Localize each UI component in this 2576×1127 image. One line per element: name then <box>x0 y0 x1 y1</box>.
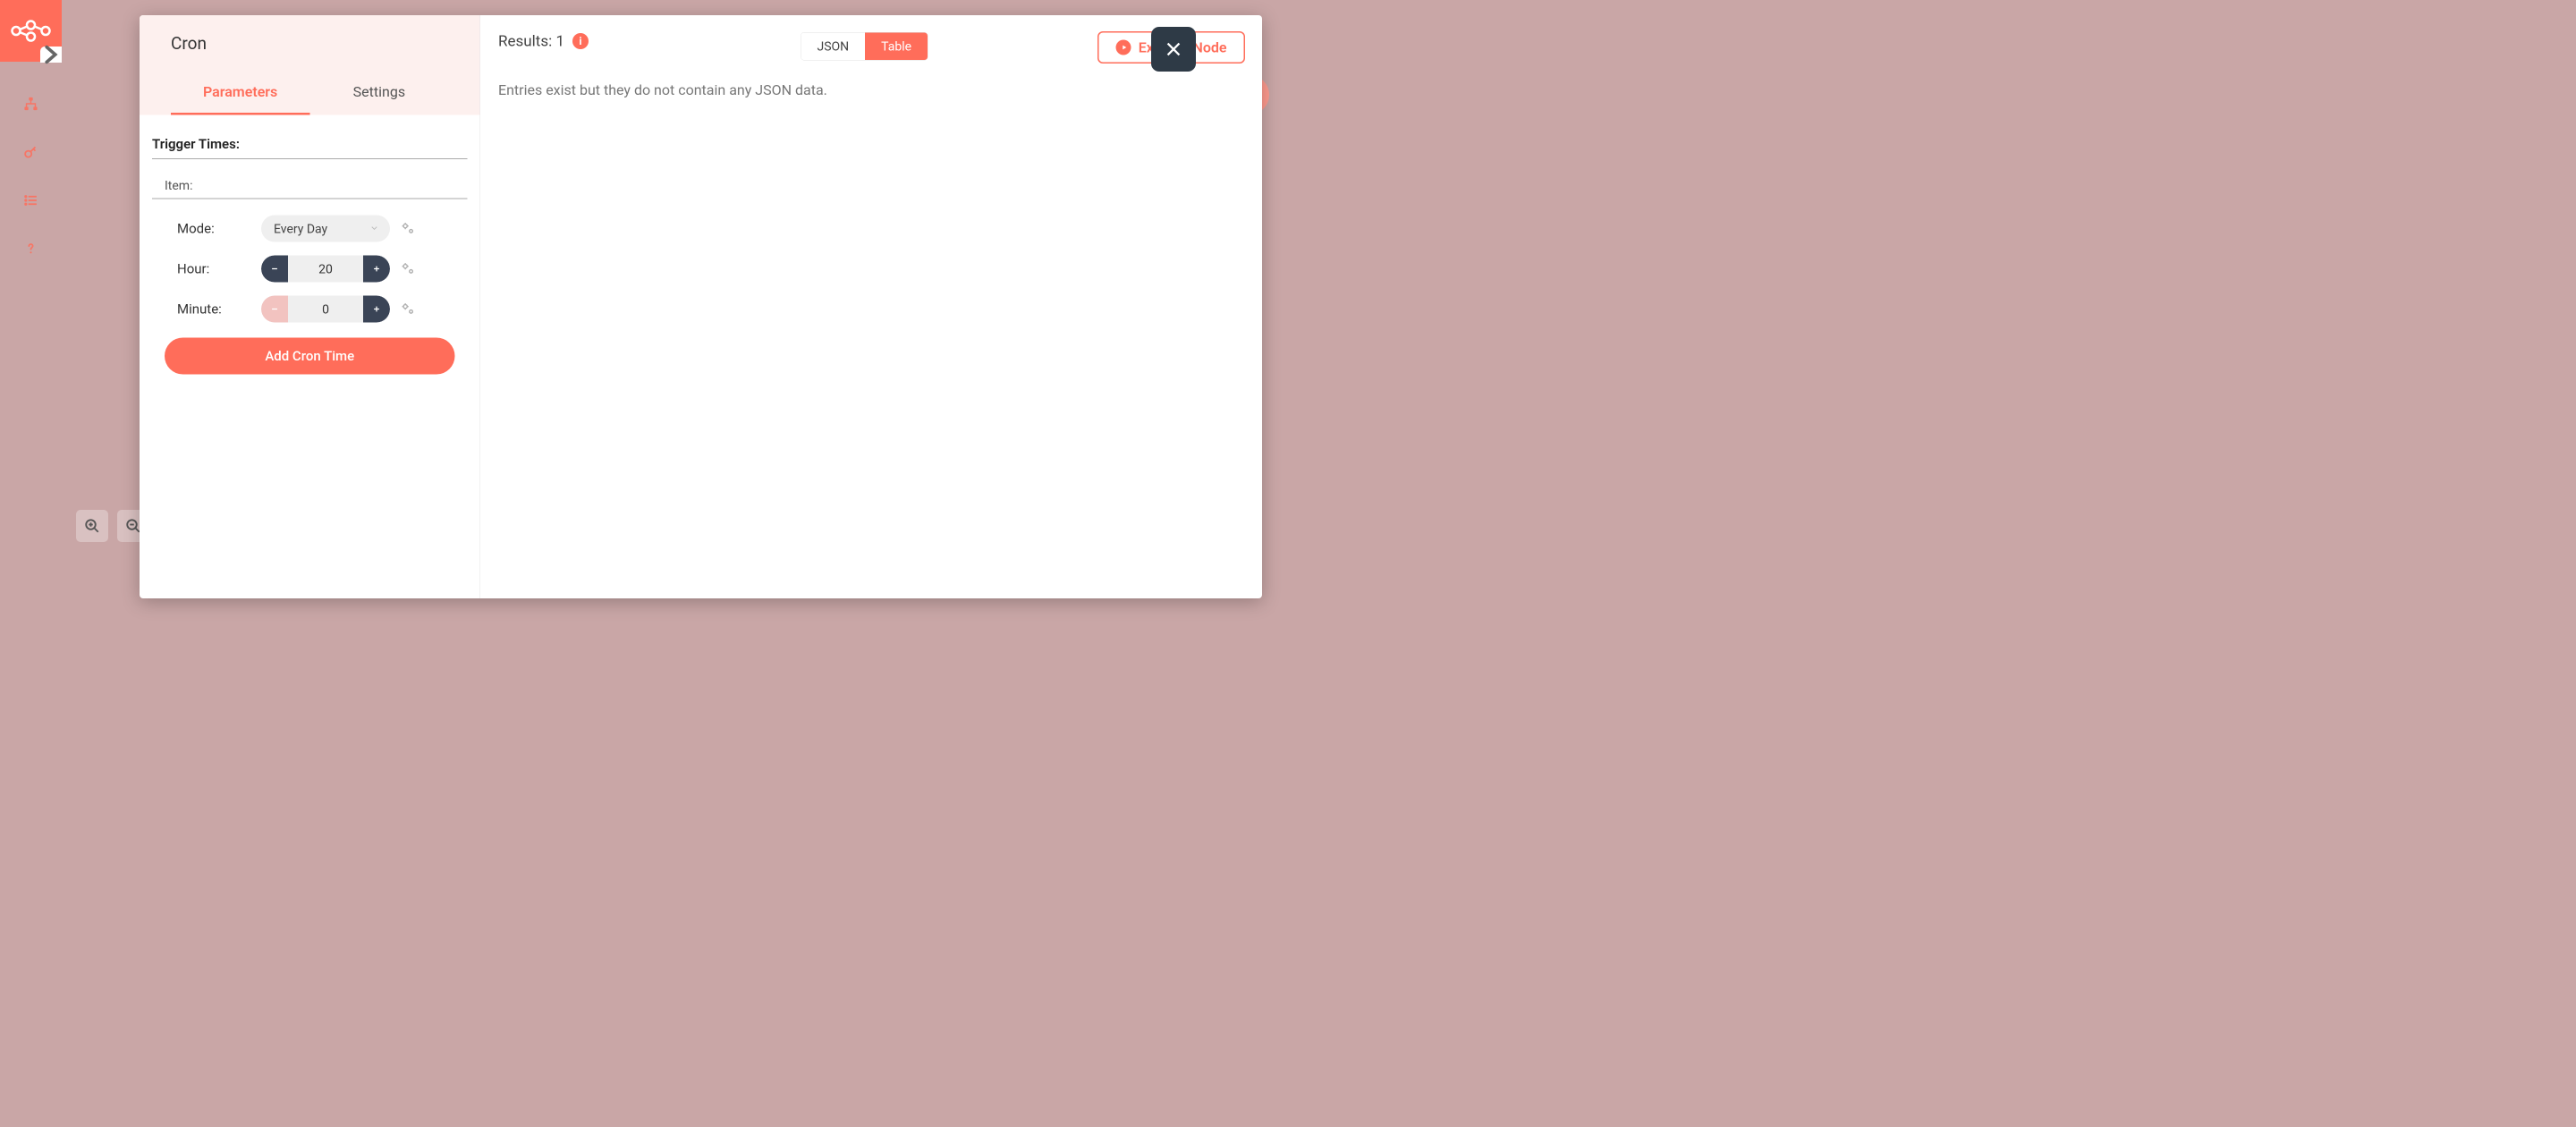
minute-options-button[interactable] <box>398 300 418 319</box>
zoom-in-button[interactable] <box>76 510 108 542</box>
sidebar-item-executions[interactable] <box>22 191 40 209</box>
close-modal-button[interactable] <box>1151 27 1196 72</box>
hour-label: Hour: <box>177 261 261 277</box>
minus-icon <box>270 305 279 314</box>
plus-icon <box>372 265 381 274</box>
field-hour: Hour: 20 <box>152 256 468 283</box>
node-editor-modal: Cron Parameters Settings Trigger Times: … <box>140 15 1262 598</box>
question-icon <box>23 242 38 257</box>
tab-settings[interactable]: Settings <box>309 71 448 115</box>
minute-decrement-button <box>261 296 288 323</box>
mode-select[interactable]: Every Day <box>261 216 390 242</box>
trigger-times-label: Trigger Times: <box>152 137 468 160</box>
minute-value[interactable]: 0 <box>322 301 329 317</box>
tabs: Parameters Settings <box>171 71 449 115</box>
zoom-controls <box>76 510 149 542</box>
chevron-right-icon <box>40 44 62 66</box>
app-logo[interactable] <box>0 0 62 62</box>
results-panel: Results: 1 i JSON Table Execute Node Ent… <box>480 15 1262 598</box>
item-label: Item: <box>152 178 468 199</box>
hour-decrement-button[interactable] <box>261 256 288 283</box>
field-mode: Mode: Every Day <box>152 216 468 242</box>
hour-stepper: 20 <box>261 256 390 283</box>
sidebar-item-credentials[interactable] <box>22 143 40 161</box>
sidebar-item-workflows[interactable] <box>22 95 40 113</box>
hour-increment-button[interactable] <box>363 256 390 283</box>
panel-header: Cron Parameters Settings <box>140 15 480 115</box>
mode-value: Every Day <box>274 221 327 236</box>
tab-parameters[interactable]: Parameters <box>171 71 309 115</box>
view-table-button[interactable]: Table <box>865 33 928 61</box>
gears-icon <box>401 301 416 317</box>
mode-options-button[interactable] <box>398 219 418 239</box>
zoom-in-icon <box>84 518 100 534</box>
view-json-button[interactable]: JSON <box>801 33 866 61</box>
gears-icon <box>401 221 416 236</box>
chevron-down-icon <box>369 221 379 236</box>
info-icon[interactable]: i <box>572 33 589 49</box>
close-icon <box>1164 39 1183 59</box>
plus-icon <box>372 305 381 314</box>
minute-label: Minute: <box>177 301 261 318</box>
minute-increment-button[interactable] <box>363 296 390 323</box>
node-title: Cron <box>171 34 449 54</box>
key-icon <box>23 145 38 160</box>
sidebar <box>0 0 62 564</box>
view-toggle: JSON Table <box>801 32 928 61</box>
sidebar-item-help[interactable] <box>22 240 40 258</box>
results-message: Entries exist but they do not contain an… <box>498 81 1244 98</box>
network-icon <box>23 97 38 112</box>
list-icon <box>23 193 38 208</box>
logo-icon <box>11 20 51 42</box>
sidebar-expand-button[interactable] <box>40 47 62 63</box>
mode-label: Mode: <box>177 221 261 237</box>
minute-stepper: 0 <box>261 296 390 323</box>
results-count: Results: 1 <box>498 32 564 50</box>
field-minute: Minute: 0 <box>152 296 468 323</box>
play-icon <box>1116 40 1131 55</box>
hour-options-button[interactable] <box>398 259 418 279</box>
minus-icon <box>270 265 279 274</box>
parameters-panel: Cron Parameters Settings Trigger Times: … <box>140 15 480 598</box>
hour-value[interactable]: 20 <box>318 261 333 276</box>
add-cron-time-button[interactable]: Add Cron Time <box>165 338 455 375</box>
gears-icon <box>401 261 416 276</box>
